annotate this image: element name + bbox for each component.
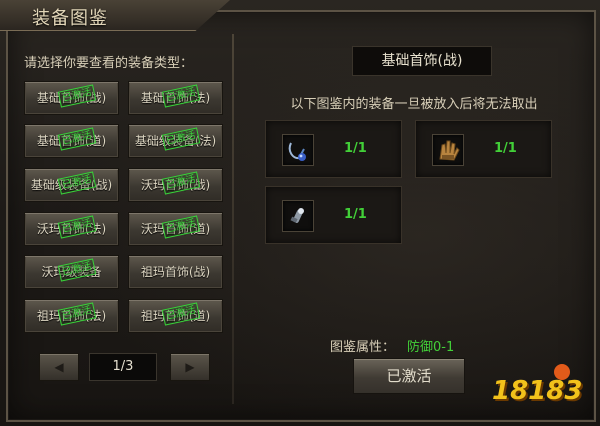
- site-watermark-logo: 18183: [492, 364, 592, 414]
- equipment-slot[interactable]: 1/1: [265, 186, 402, 244]
- category-label: 祖玛首饰(战): [140, 265, 211, 279]
- category-button[interactable]: 祖玛首饰(道) 已激活: [128, 299, 223, 333]
- prev-page-button[interactable]: ◀: [39, 353, 79, 381]
- triangle-right-icon: ▶: [185, 360, 195, 374]
- next-page-button[interactable]: ▶: [170, 353, 210, 381]
- attribute-value: 防御0-1: [407, 340, 455, 355]
- slot-count: 1/1: [494, 141, 517, 156]
- equipment-slot[interactable]: 1/1: [265, 120, 402, 178]
- category-button[interactable]: 祖玛首饰(战): [128, 255, 223, 289]
- category-button[interactable]: 祖玛首饰(法) 已激活: [24, 299, 119, 333]
- panel-title: 装备图鉴: [32, 8, 108, 29]
- necklace-icon: [282, 134, 314, 166]
- ring-icon: [282, 200, 314, 232]
- slot-count: 1/1: [344, 207, 367, 222]
- page-indicator: 1/3: [89, 353, 157, 381]
- detail-notice: 以下图鉴内的装备一旦被放入后将无法取出: [290, 97, 538, 112]
- equipment-slot[interactable]: 1/1: [415, 120, 552, 178]
- category-prompt: 请选择你要查看的装备类型：: [24, 56, 194, 71]
- category-button[interactable]: 沃玛首饰(战) 已激活: [128, 168, 223, 202]
- category-button[interactable]: 沃玛首饰(道) 已激活: [128, 212, 223, 246]
- category-button[interactable]: 沃玛级装备 已激活: [24, 255, 119, 289]
- bracelet-icon: [432, 134, 464, 166]
- category-button[interactable]: 基础首饰(战) 已激活: [24, 81, 119, 115]
- activated-button[interactable]: 已激活: [353, 358, 465, 394]
- category-button[interactable]: 基础首饰(道) 已激活: [24, 124, 119, 158]
- triangle-left-icon: ◀: [54, 360, 64, 374]
- category-button[interactable]: 基础级装备(战) 已激活: [24, 168, 119, 202]
- watermark-text: 18183: [492, 376, 583, 406]
- category-button[interactable]: 基础首饰(法) 已激活: [128, 81, 223, 115]
- detail-title: 基础首饰(战): [352, 46, 492, 76]
- category-button[interactable]: 基础级装备(法) 已激活: [128, 124, 223, 158]
- slot-count: 1/1: [344, 141, 367, 156]
- panel-divider: [232, 34, 234, 404]
- equipment-catalog-panel: 装备图鉴 请选择你要查看的装备类型： 基础首饰(战) 已激活 基础首饰(法) 已…: [0, 0, 600, 426]
- category-button[interactable]: 沃玛首饰(法) 已激活: [24, 212, 119, 246]
- attribute-label: 图鉴属性：: [330, 340, 396, 355]
